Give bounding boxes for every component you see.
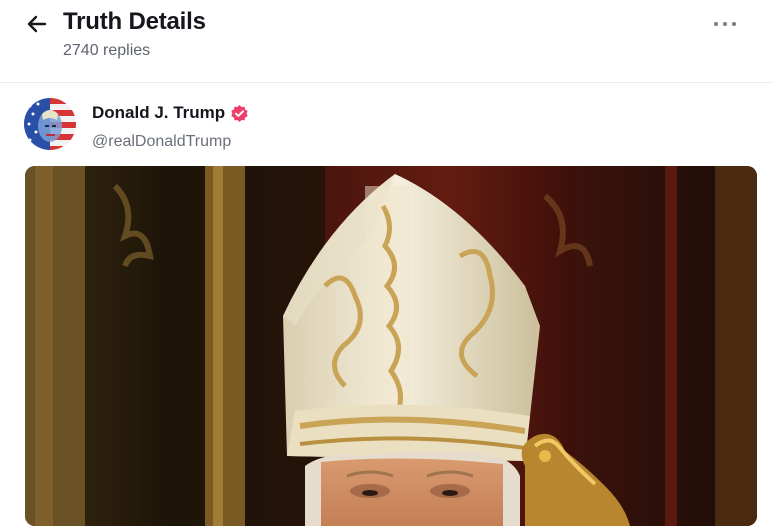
verified-badge-icon [231, 104, 248, 122]
more-dot [723, 22, 727, 26]
post-author: Donald J. Trump @realDonaldTrump [0, 90, 774, 160]
reply-count: 2740 replies [63, 42, 151, 59]
page-title: Truth Details [63, 8, 206, 35]
avatar-image [24, 98, 76, 150]
avatar[interactable] [24, 98, 76, 150]
post-image-art [25, 166, 757, 526]
author-handle[interactable]: @realDonaldTrump [92, 133, 231, 151]
arrow-left-icon [27, 15, 47, 33]
header-divider [0, 82, 774, 83]
more-dot [732, 22, 736, 26]
back-button[interactable] [22, 9, 52, 39]
more-horizontal-icon [714, 22, 718, 26]
post-image[interactable] [25, 166, 757, 526]
more-options-button[interactable] [707, 14, 743, 34]
author-name-row[interactable]: Donald J. Trump [92, 103, 249, 123]
page-header: Truth Details 2740 replies [0, 0, 774, 80]
author-name: Donald J. Trump [92, 103, 226, 122]
